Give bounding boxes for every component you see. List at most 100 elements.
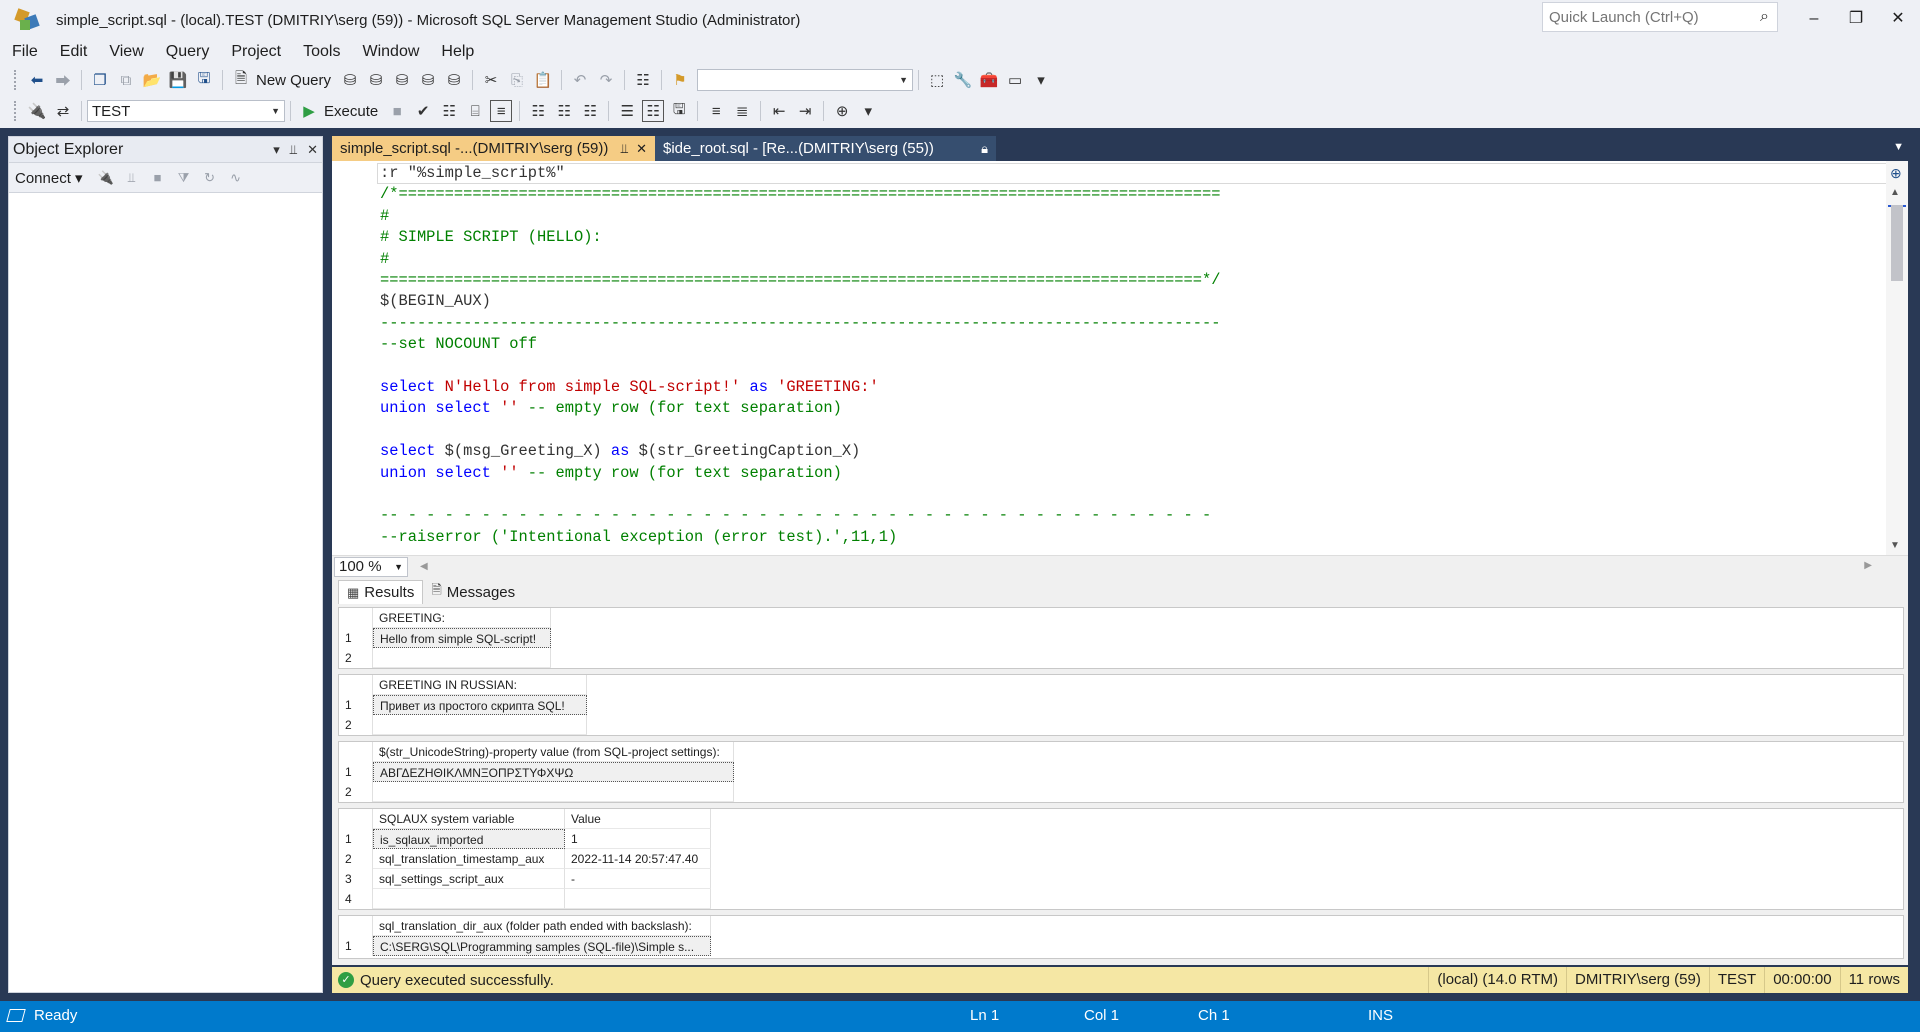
code-line[interactable]: ----------------------------------------… [380,313,1220,334]
column-header[interactable]: $(str_UnicodeString)-property value (fro… [373,742,734,762]
wrench-icon[interactable]: 🔧 [952,69,974,91]
grid-cell[interactable]: ΑΒΓΔΕΖΗΘΙΚΛΜΝΞΟΠΡΣΤΥΦΧΨΩ [373,762,734,782]
object-explorer-tree[interactable] [9,194,322,992]
activity-monitor-icon[interactable]: ☷ [632,69,654,91]
code-line[interactable]: ========================================… [380,270,1220,291]
toolbar-options-icon[interactable]: ▾ [857,100,879,122]
code-line[interactable]: select N'Hello from simple SQL-script!' … [380,377,879,398]
close-tab-icon[interactable]: ✕ [636,141,647,157]
redo-icon[interactable]: ↷ [595,69,617,91]
search-icon[interactable]: ⌕ [1760,8,1769,26]
intellisense-icon[interactable]: ≡ [490,100,513,122]
connect-plug-icon[interactable]: 🔌 [95,167,117,189]
execute-button[interactable]: Execute [324,103,378,120]
code-line[interactable]: # SIMPLE SCRIPT (HELLO): [380,227,602,248]
new-query-icon[interactable]: 🗎 [230,69,252,91]
close-icon[interactable]: ✕ [307,142,318,158]
grid-cell[interactable] [373,782,734,802]
split-window-icon[interactable]: ⊕ [1890,165,1902,182]
row-number[interactable]: 2 [339,782,373,802]
ssms-app-icon[interactable] [14,6,42,34]
row-number[interactable]: 4 [339,889,373,909]
scroll-down-icon[interactable]: ▼ [1890,540,1900,551]
menu-tools[interactable]: Tools [291,43,350,61]
code-line[interactable]: union select '' -- empty row (for text s… [380,398,842,419]
scroll-up-icon[interactable]: ▲ [1890,187,1900,198]
copy-icon[interactable]: ⎘ [506,69,528,91]
grid-cell[interactable] [565,889,711,909]
output-window-icon[interactable] [6,1009,26,1022]
column-header[interactable]: sql_translation_dir_aux (folder path end… [373,916,711,936]
code-line[interactable]: select $(msg_Greeting_X) as $(str_Greeti… [380,441,860,462]
toolbox-icon[interactable]: 🧰 [978,69,1000,91]
tab-simple-script[interactable]: simple_script.sql -...(DMITRIY\serg (59)… [332,136,655,161]
activity-icon[interactable]: ∿ [225,167,247,189]
grid-cell[interactable]: C:\SERG\SQL\Programming samples (SQL-fil… [373,936,711,956]
parse-checkmark-icon[interactable]: ✔ [412,100,434,122]
toolbar-grip[interactable] [14,70,18,90]
pin-icon[interactable]: ⫫ [290,142,297,158]
available-databases-combo[interactable]: TEST ▼ [87,100,285,122]
navigate-forward-icon[interactable]: ⮕ [52,69,74,91]
result-grid-translation-dir[interactable]: sql_translation_dir_aux (folder path end… [338,915,1904,959]
grid-cell[interactable]: - [565,869,711,889]
tabs-dropdown-icon[interactable]: ▼ [1893,141,1904,153]
connect-icon[interactable]: 🔌 [26,100,48,122]
result-grid-unicode-string[interactable]: $(str_UnicodeString)-property value (fro… [338,741,1904,803]
column-header[interactable]: GREETING: [373,608,551,628]
editor-vertical-scrollbar[interactable]: ⊕ ▲ ▼ [1886,161,1908,555]
code-line[interactable]: $(BEGIN_AUX) [380,291,491,312]
code-line[interactable]: --raiserror ('Intentional exception (err… [380,527,897,548]
row-number[interactable]: 1 [339,695,373,715]
menu-view[interactable]: View [97,43,153,61]
dmx-query-icon[interactable]: ⛁ [391,69,413,91]
code-line[interactable]: union select '' -- empty row (for text s… [380,463,842,484]
save-icon[interactable]: 💾 [167,69,189,91]
menu-file[interactable]: File [0,43,48,61]
uncomment-lines-icon[interactable]: ≣ [731,100,753,122]
refresh-icon[interactable]: ↻ [199,167,221,189]
toolbar-options-icon[interactable]: ▾ [1030,69,1052,91]
stop-icon[interactable]: ■ [147,167,169,189]
new-query-button[interactable]: New Query [256,72,331,89]
new-project-icon[interactable]: ❐ [89,69,111,91]
code-line[interactable]: # [380,206,389,227]
row-number[interactable]: 2 [339,715,373,735]
undo-icon[interactable]: ↶ [569,69,591,91]
cancel-query-icon[interactable]: ■ [386,100,408,122]
disconnect-icon[interactable]: ⫫ [121,167,143,189]
code-line[interactable]: -- - - - - - - - - - - - - - - - - - - -… [380,505,1211,526]
filter-icon[interactable]: ⧩ [173,167,195,189]
row-number[interactable]: 1 [339,829,373,849]
results-to-text-icon[interactable]: ☰ [616,100,638,122]
grid-cell[interactable]: Привет из простого скрипта SQL! [373,695,587,715]
find-in-files-icon[interactable]: ⚑ [669,69,691,91]
result-grid-sqlaux-variables[interactable]: SQLAUX system variable Value 1 is_sqlaux… [338,808,1904,910]
quick-launch-box[interactable]: ⌕ [1542,2,1778,32]
execute-play-icon[interactable]: ▶ [298,100,320,122]
close-window-button[interactable]: ✕ [1884,6,1912,32]
increase-indent-icon[interactable]: ⇥ [794,100,816,122]
estimated-plan-icon[interactable]: ☷ [438,100,460,122]
code-line[interactable]: --set NOCOUNT off [380,334,537,355]
code-line[interactable]: :r "%simple_script%" [380,163,565,184]
result-grid-greeting[interactable]: GREETING: 1 Hello from simple SQL-script… [338,607,1904,669]
grid-cell[interactable] [373,715,587,735]
row-number[interactable]: 1 [339,628,373,648]
grid-cell[interactable]: is_sqlaux_imported [373,829,565,849]
tab-ide-root[interactable]: $ide_root.sql - [Re...(DMITRIY\serg (55)… [655,136,996,161]
save-all-icon[interactable]: 🖫 [193,69,215,91]
scroll-thumb[interactable] [1891,205,1903,281]
zoom-combo[interactable]: 100 % ▼ [334,556,408,577]
solution-config-combo[interactable]: ▼ [697,69,914,91]
menu-help[interactable]: Help [429,43,484,61]
grid-cell[interactable] [373,889,565,909]
tab-messages[interactable]: 🗎 Messages [423,580,523,604]
include-actual-plan-icon[interactable]: ☷ [527,100,549,122]
menu-window[interactable]: Window [350,43,429,61]
column-header[interactable]: SQLAUX system variable [373,809,565,829]
row-number[interactable]: 1 [339,936,373,956]
navigate-back-icon[interactable]: ⬅ [26,69,48,91]
minimize-button[interactable]: – [1800,6,1828,32]
specify-template-values-icon[interactable]: ⊕ [831,100,853,122]
